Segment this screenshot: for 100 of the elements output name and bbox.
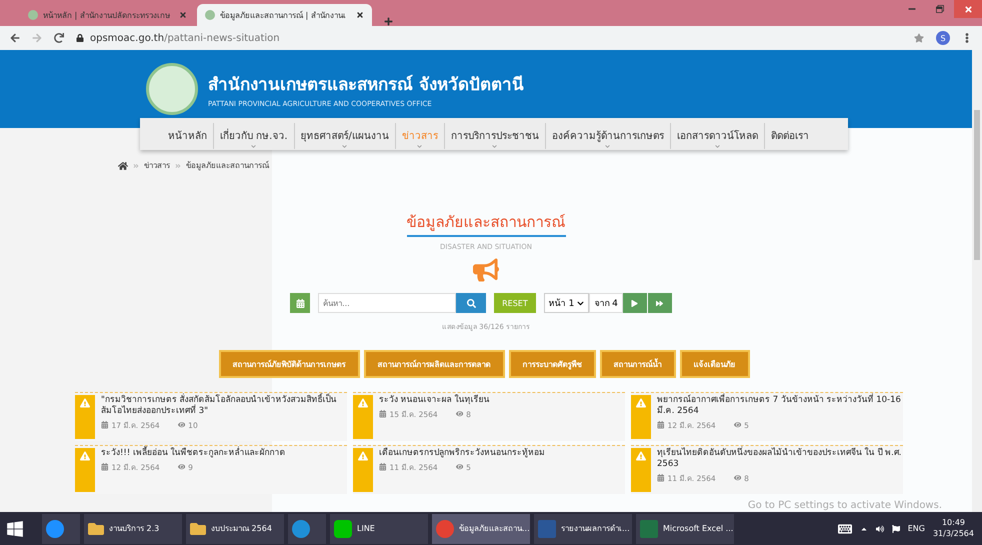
start-icon[interactable] xyxy=(6,520,24,538)
eye-icon xyxy=(456,463,464,471)
bookmark-star-icon[interactable] xyxy=(914,33,924,43)
caret-icon xyxy=(714,144,721,149)
back-icon[interactable] xyxy=(10,33,20,43)
app-icon xyxy=(538,520,556,538)
taskbar-button[interactable] xyxy=(288,514,326,544)
nav-link[interactable]: เกี่ยวกับ กษ.จว. xyxy=(213,123,294,149)
warning-icon xyxy=(358,451,368,461)
last-page-button[interactable] xyxy=(648,293,672,313)
news-title[interactable]: ระวัง หนอนเจาะผล ในทุเรียน xyxy=(379,395,490,406)
search-button[interactable] xyxy=(456,293,486,313)
eye-icon xyxy=(178,421,186,429)
app-icon xyxy=(334,520,352,538)
warning-icon xyxy=(80,451,90,461)
taskbar-button[interactable]: Microsoft Excel ... xyxy=(636,514,734,544)
caret-icon xyxy=(250,144,258,149)
activation-notice: Go to PC settings to activate Windows. xyxy=(748,500,942,511)
nav-link[interactable]: ติดต่อเรา xyxy=(764,123,815,149)
close-window-button[interactable] xyxy=(954,0,982,18)
browser-tab[interactable]: หน้าหลัก | สำนักงานปลัดกระทรวงเกษ xyxy=(20,4,195,26)
flag-icon[interactable] xyxy=(892,524,900,532)
taskbar-label: LINE xyxy=(357,524,375,533)
warning-icon xyxy=(80,398,90,408)
lock-icon xyxy=(76,34,84,42)
clock[interactable]: 10:49 31/3/2564 xyxy=(932,518,974,539)
separator-icon xyxy=(175,162,181,168)
warning-icon xyxy=(636,398,646,408)
reload-icon[interactable] xyxy=(54,33,64,43)
news-title[interactable]: พยากรณ์อากาศเพื่อการเกษตร 7 วันข้างหน้า ระหว่างวันที่ 10-16 มี.ค. 2564 xyxy=(657,395,903,418)
taskbar-label: งบประมาณ 2564 xyxy=(211,523,272,535)
breadcrumb-link[interactable]: ข้อมูลภัยและสถานการณ์ xyxy=(186,159,269,172)
volume-icon[interactable] xyxy=(876,524,884,532)
app-icon xyxy=(640,520,658,538)
eye-icon xyxy=(734,421,742,429)
nav-link[interactable]: การบริการประชาชน xyxy=(444,123,545,149)
calendar-icon xyxy=(296,298,305,308)
separator-icon xyxy=(133,162,139,168)
nav-link[interactable]: หน้าหลัก xyxy=(162,123,213,149)
site-title: สำนักงานเกษตรและสหกรณ์ จังหวัดปัตตานี xyxy=(208,74,524,97)
taskbar-button[interactable]: LINE xyxy=(330,514,428,544)
news-title[interactable]: เตือนเกษตรกรปลูกพริกระวังหนอนกระทู้หอม xyxy=(379,448,545,460)
taskbar-button[interactable]: รายงานผลการดำเ... xyxy=(534,514,632,544)
play-icon xyxy=(631,300,638,306)
taskbar-button[interactable]: งบประมาณ 2564 xyxy=(186,514,284,544)
breadcrumb-link[interactable]: ข่าวสาร xyxy=(144,159,170,172)
page-select[interactable]: หน้า 1 xyxy=(544,293,590,313)
calendar-icon xyxy=(657,421,664,429)
close-icon[interactable] xyxy=(356,11,364,19)
news-title[interactable]: ระวัง!!! เพลี้ยอ่อน ในพืชตระกูลกะหล่ำและผักกาด xyxy=(101,448,286,460)
page-total: จาก 4 xyxy=(589,293,623,313)
language-indicator[interactable]: ENG xyxy=(908,524,925,533)
news-title[interactable]: ทุเรียนไทยติดอันดับหนึ่งของผลไม้นำเข้าของประเทศจีน ใน ปี พ.ศ. 2563 xyxy=(657,448,903,470)
caret-icon xyxy=(577,300,584,306)
calendar-icon xyxy=(657,474,664,482)
calendar-icon xyxy=(101,463,108,471)
close-icon xyxy=(964,4,972,14)
address-field[interactable]: opsmoac.go.th/pattani-news-situation xyxy=(90,32,280,44)
nav-link[interactable]: องค์ความรู้ด้านการเกษตร xyxy=(544,123,670,149)
eye-icon xyxy=(734,474,742,482)
nav-link[interactable]: เอกสารดาวน์โหลด xyxy=(670,123,764,149)
new-tab-icon[interactable] xyxy=(384,17,392,26)
profile-avatar[interactable]: S xyxy=(936,31,950,45)
logo-icon xyxy=(146,63,198,115)
home-icon[interactable] xyxy=(118,160,128,170)
caret-icon xyxy=(604,144,612,149)
calendar-button[interactable] xyxy=(290,293,310,313)
section-title: ข้อมูลภัยและสถานการณ์ xyxy=(406,210,566,237)
caret-icon xyxy=(491,144,498,149)
folder-icon xyxy=(190,520,206,536)
caret-icon xyxy=(416,144,424,149)
calendar-icon xyxy=(101,421,108,429)
search-field[interactable]: ค้นหา... xyxy=(318,293,456,313)
news-title[interactable]: "กรมวิชาการเกษตร สั่งสกัดส้มโอลักลอบนำเข้าหวังสวมสิทธิ์เป็นส้มโอไทยส่งออกประเทศที่ 3" xyxy=(101,395,347,418)
taskbar-label: Microsoft Excel ... xyxy=(663,524,734,533)
favicon-icon xyxy=(28,10,38,20)
taskbar-button[interactable] xyxy=(42,514,80,544)
nav-link[interactable]: ยุทธศาสตร์/แผนงาน xyxy=(294,123,395,149)
eye-icon xyxy=(456,410,464,418)
megaphone-icon xyxy=(473,257,499,283)
search-icon xyxy=(466,298,476,308)
taskbar-label: รายงานผลการดำเ... xyxy=(561,523,630,535)
app-icon xyxy=(436,520,454,538)
next-page-button[interactable] xyxy=(622,293,647,313)
taskbar-button[interactable]: งานบริการ 2.3 xyxy=(84,514,182,544)
calendar-icon xyxy=(379,463,386,471)
favicon-icon xyxy=(205,10,215,20)
restore-icon[interactable] xyxy=(936,5,944,13)
app-icon xyxy=(292,520,310,538)
caret-icon xyxy=(341,144,348,149)
calendar-icon xyxy=(379,410,386,418)
warning-icon xyxy=(358,398,368,408)
taskbar-label: ข้อมูลภัยและสถาน... xyxy=(459,523,530,535)
eye-icon xyxy=(178,463,186,471)
scrollbar-thumb[interactable] xyxy=(974,110,980,260)
keyboard-icon[interactable] xyxy=(838,522,852,536)
taskbar-button[interactable]: ข้อมูลภัยและสถาน... xyxy=(432,514,530,544)
warning-icon xyxy=(636,451,646,461)
browser-tab[interactable]: ข้อมูลภัยและสถานการณ์ | สำนักงานเ xyxy=(197,4,372,26)
folder-icon xyxy=(88,520,104,536)
